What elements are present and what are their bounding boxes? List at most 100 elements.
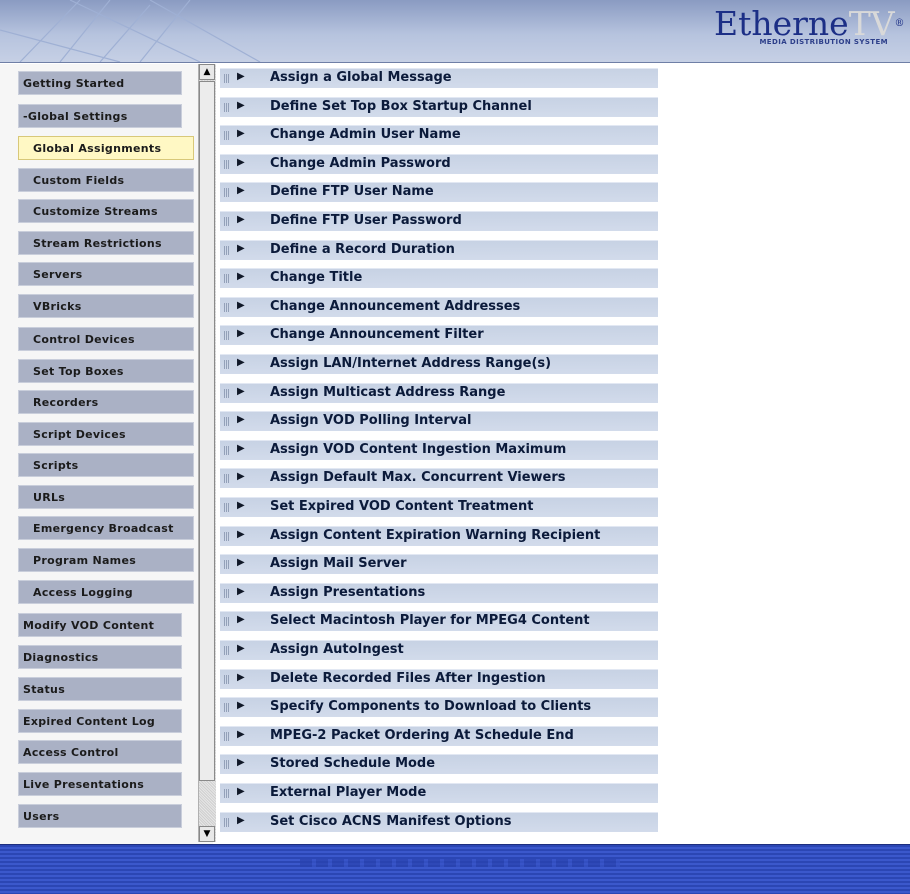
- setting-label[interactable]: Assign Presentations: [270, 585, 425, 600]
- setting-row[interactable]: ▶ Define Set Top Box Startup Channel: [220, 96, 658, 117]
- sidebar-item-status[interactable]: Status: [18, 677, 182, 701]
- sidebar-item-modify-vod-content[interactable]: Modify VOD Content: [18, 613, 182, 637]
- expand-arrow-icon[interactable]: ▶: [237, 500, 245, 511]
- expand-arrow-icon[interactable]: ▶: [237, 586, 245, 597]
- sidebar-item-scripts[interactable]: Scripts: [18, 453, 194, 477]
- setting-label[interactable]: Change Admin User Name: [270, 127, 461, 142]
- expand-arrow-icon[interactable]: ▶: [237, 214, 245, 225]
- sidebar-item-expired-content-log[interactable]: Expired Content Log: [18, 709, 182, 733]
- scroll-thumb[interactable]: [199, 81, 215, 781]
- expand-arrow-icon[interactable]: ▶: [237, 643, 245, 654]
- sidebar-item-set-top-boxes[interactable]: Set Top Boxes: [18, 359, 194, 383]
- scroll-down-arrow-icon[interactable]: ▼: [199, 826, 215, 842]
- expand-arrow-icon[interactable]: ▶: [237, 729, 245, 740]
- setting-row[interactable]: ▶ Delete Recorded Files After Ingestion: [220, 668, 658, 689]
- sidebar-item-global-settings[interactable]: -Global Settings: [18, 104, 182, 128]
- sidebar-item-vbricks[interactable]: VBricks: [18, 294, 194, 318]
- sidebar-scrollbar[interactable]: ▲ ▼: [198, 64, 216, 842]
- setting-row[interactable]: ▶ Assign VOD Content Ingestion Maximum: [220, 439, 658, 460]
- setting-label[interactable]: Delete Recorded Files After Ingestion: [270, 671, 546, 686]
- setting-label[interactable]: Define Set Top Box Startup Channel: [270, 99, 532, 114]
- expand-arrow-icon[interactable]: ▶: [237, 529, 245, 540]
- setting-label[interactable]: Set Cisco ACNS Manifest Options: [270, 814, 512, 829]
- setting-label[interactable]: Define FTP User Password: [270, 213, 462, 228]
- setting-row[interactable]: ▶ Assign Presentations: [220, 582, 658, 603]
- sidebar-item-recorders[interactable]: Recorders: [18, 390, 194, 414]
- setting-row[interactable]: ▶ Assign Mail Server: [220, 554, 658, 575]
- sidebar-item-program-names[interactable]: Program Names: [18, 548, 194, 572]
- setting-label[interactable]: Assign Content Expiration Warning Recipi…: [270, 528, 600, 543]
- setting-row[interactable]: ▶ Change Announcement Filter: [220, 325, 658, 346]
- expand-arrow-icon[interactable]: ▶: [237, 243, 245, 254]
- setting-row[interactable]: ▶ Set Cisco ACNS Manifest Options: [220, 811, 658, 832]
- setting-row[interactable]: ▶ Define FTP User Password: [220, 211, 658, 231]
- setting-row[interactable]: ▶ Change Admin Password: [220, 153, 658, 174]
- sidebar-item-global-assignments[interactable]: Global Assignments: [18, 136, 194, 160]
- setting-label[interactable]: Assign AutoIngest: [270, 642, 404, 657]
- sidebar-item-getting-started[interactable]: Getting Started: [18, 71, 182, 95]
- setting-label[interactable]: Assign Multicast Address Range: [270, 385, 505, 400]
- expand-arrow-icon[interactable]: ▶: [237, 71, 245, 82]
- setting-row[interactable]: ▶ Assign Multicast Address Range: [220, 382, 658, 403]
- setting-label[interactable]: Define a Record Duration: [270, 242, 455, 257]
- setting-row[interactable]: ▶ Change Admin User Name: [220, 125, 658, 146]
- setting-row[interactable]: ▶ Assign VOD Polling Interval: [220, 411, 658, 432]
- expand-arrow-icon[interactable]: ▶: [237, 757, 245, 768]
- sidebar-item-access-control[interactable]: Access Control: [18, 740, 182, 764]
- setting-label[interactable]: Change Announcement Filter: [270, 327, 484, 342]
- setting-label[interactable]: Change Admin Password: [270, 156, 451, 171]
- expand-arrow-icon[interactable]: ▶: [237, 300, 245, 311]
- setting-row[interactable]: ▶ Set Expired VOD Content Treatment: [220, 497, 658, 517]
- expand-arrow-icon[interactable]: ▶: [237, 414, 245, 425]
- sidebar-item-custom-fields[interactable]: Custom Fields: [18, 168, 194, 192]
- setting-label[interactable]: Assign VOD Content Ingestion Maximum: [270, 442, 566, 457]
- setting-row[interactable]: ▶ Select Macintosh Player for MPEG4 Conte…: [220, 611, 658, 632]
- sidebar-item-servers[interactable]: Servers: [18, 262, 194, 286]
- expand-arrow-icon[interactable]: ▶: [237, 386, 245, 397]
- setting-label[interactable]: Assign Mail Server: [270, 556, 407, 571]
- sidebar-item-emergency-broadcast[interactable]: Emergency Broadcast: [18, 516, 194, 540]
- setting-row[interactable]: ▶ Change Title: [220, 268, 658, 289]
- expand-arrow-icon[interactable]: ▶: [237, 443, 245, 454]
- setting-row[interactable]: ▶ Assign Content Expiration Warning Recip…: [220, 525, 658, 546]
- expand-arrow-icon[interactable]: ▶: [237, 471, 245, 482]
- expand-arrow-icon[interactable]: ▶: [237, 328, 245, 339]
- expand-arrow-icon[interactable]: ▶: [237, 672, 245, 683]
- expand-arrow-icon[interactable]: ▶: [237, 614, 245, 625]
- setting-row[interactable]: ▶ Assign a Global Message: [220, 68, 658, 88]
- setting-row[interactable]: ▶ Specify Components to Download to Clien…: [220, 697, 658, 718]
- setting-label[interactable]: Change Title: [270, 270, 362, 285]
- setting-row[interactable]: ▶ External Player Mode: [220, 783, 658, 803]
- setting-row[interactable]: ▶ Change Announcement Addresses: [220, 296, 658, 317]
- setting-label[interactable]: Define FTP User Name: [270, 184, 434, 199]
- sidebar-item-customize-streams[interactable]: Customize Streams: [18, 199, 194, 223]
- expand-arrow-icon[interactable]: ▶: [237, 815, 245, 826]
- expand-arrow-icon[interactable]: ▶: [237, 786, 245, 797]
- setting-row[interactable]: ▶ Stored Schedule Mode: [220, 754, 658, 775]
- sidebar-item-urls[interactable]: URLs: [18, 485, 194, 509]
- sidebar-item-live-presentations[interactable]: Live Presentations: [18, 772, 182, 796]
- setting-label[interactable]: Assign a Global Message: [270, 70, 452, 85]
- setting-label[interactable]: Assign VOD Polling Interval: [270, 413, 471, 428]
- setting-label[interactable]: Change Announcement Addresses: [270, 299, 520, 314]
- expand-arrow-icon[interactable]: ▶: [237, 100, 245, 111]
- setting-label[interactable]: Set Expired VOD Content Treatment: [270, 499, 533, 514]
- setting-label[interactable]: Assign Default Max. Concurrent Viewers: [270, 470, 566, 485]
- setting-label[interactable]: Specify Components to Download to Client…: [270, 699, 591, 714]
- setting-row[interactable]: ▶ Assign LAN/Internet Address Range(s): [220, 354, 658, 374]
- sidebar-item-stream-restrictions[interactable]: Stream Restrictions: [18, 231, 194, 255]
- expand-arrow-icon[interactable]: ▶: [237, 157, 245, 168]
- sidebar-item-script-devices[interactable]: Script Devices: [18, 422, 194, 446]
- setting-row[interactable]: ▶ MPEG-2 Packet Ordering At Schedule End: [220, 725, 658, 746]
- sidebar-item-diagnostics[interactable]: Diagnostics: [18, 645, 182, 669]
- setting-label[interactable]: Assign LAN/Internet Address Range(s): [270, 356, 551, 371]
- setting-label[interactable]: Stored Schedule Mode: [270, 756, 435, 771]
- scroll-up-arrow-icon[interactable]: ▲: [199, 64, 215, 80]
- setting-row[interactable]: ▶ Define a Record Duration: [220, 239, 658, 260]
- setting-label[interactable]: MPEG-2 Packet Ordering At Schedule End: [270, 728, 574, 743]
- sidebar-item-users[interactable]: Users: [18, 804, 182, 828]
- expand-arrow-icon[interactable]: ▶: [237, 185, 245, 196]
- setting-row[interactable]: ▶ Assign Default Max. Concurrent Viewers: [220, 468, 658, 489]
- sidebar-item-access-logging[interactable]: Access Logging: [18, 580, 194, 604]
- expand-arrow-icon[interactable]: ▶: [237, 271, 245, 282]
